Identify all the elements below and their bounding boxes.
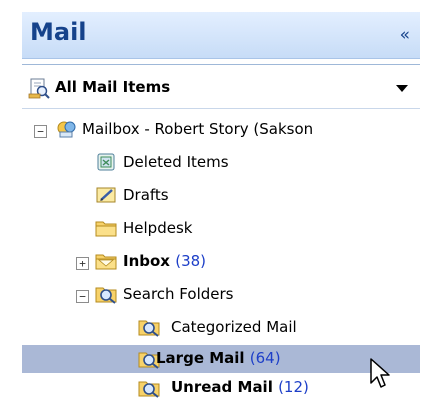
tree-item-search-folders[interactable]: − Search Folders	[76, 281, 316, 309]
folder-icon	[95, 221, 117, 237]
mailbox-label: Mailbox - Robert Story (Sakson	[82, 120, 314, 138]
tree-item-mailbox[interactable]: − Mailbox - Robert Story (Sakson	[34, 116, 424, 144]
selector-divider	[22, 108, 420, 109]
inbox-unread-count: (38)	[175, 252, 207, 270]
tree-item-categorized-mail[interactable]: Categorized Mail	[138, 314, 398, 342]
tree-item-large-mail[interactable]: Large Mail (64)	[138, 345, 398, 373]
search-folders-label: Search Folders	[123, 285, 234, 303]
unread-mail-count: (12)	[278, 378, 309, 396]
deleted-items-label: Deleted Items	[123, 153, 229, 171]
mail-pane-header: Mail «	[22, 12, 420, 59]
mailbox-icon	[57, 121, 76, 138]
tree-item-inbox[interactable]: + Inbox (38)	[76, 248, 296, 276]
tree-item-unread-mail[interactable]: Unread Mail (12)	[138, 374, 398, 402]
categorized-mail-label: Categorized Mail	[171, 318, 297, 336]
deleted-items-icon	[97, 153, 115, 171]
mail-navigation-pane: Mail « All Mail Items − Mailbox - Robert…	[0, 0, 433, 406]
mouse-pointer-icon	[370, 358, 390, 388]
drafts-icon	[96, 187, 116, 203]
pane-title: Mail	[30, 18, 87, 46]
drafts-label: Drafts	[123, 186, 169, 204]
chevron-down-icon[interactable]	[396, 85, 408, 92]
all-mail-items-icon	[28, 78, 50, 99]
unread-mail-label: Unread Mail	[171, 378, 273, 396]
tree-item-deleted-items[interactable]: Deleted Items	[95, 149, 335, 177]
large-mail-label: Large Mail	[156, 349, 245, 367]
large-mail-count: (64)	[249, 349, 281, 367]
collapse-mailbox-icon[interactable]: −	[34, 125, 47, 138]
inbox-icon	[95, 254, 117, 270]
search-folder-icon	[138, 320, 160, 337]
inbox-label: Inbox	[123, 252, 170, 270]
search-folder-icon	[138, 381, 160, 398]
all-mail-items-selector[interactable]: All Mail Items	[22, 71, 420, 105]
all-mail-items-label: All Mail Items	[55, 78, 171, 96]
collapse-search-folders-icon[interactable]: −	[76, 290, 89, 303]
expand-inbox-icon[interactable]: +	[76, 257, 89, 270]
collapse-pane-button[interactable]: «	[400, 25, 410, 45]
header-divider	[22, 64, 420, 65]
helpdesk-label: Helpdesk	[123, 219, 193, 237]
search-folder-icon	[95, 287, 117, 304]
tree-item-drafts[interactable]: Drafts	[95, 182, 295, 210]
tree-item-helpdesk[interactable]: Helpdesk	[95, 215, 295, 243]
